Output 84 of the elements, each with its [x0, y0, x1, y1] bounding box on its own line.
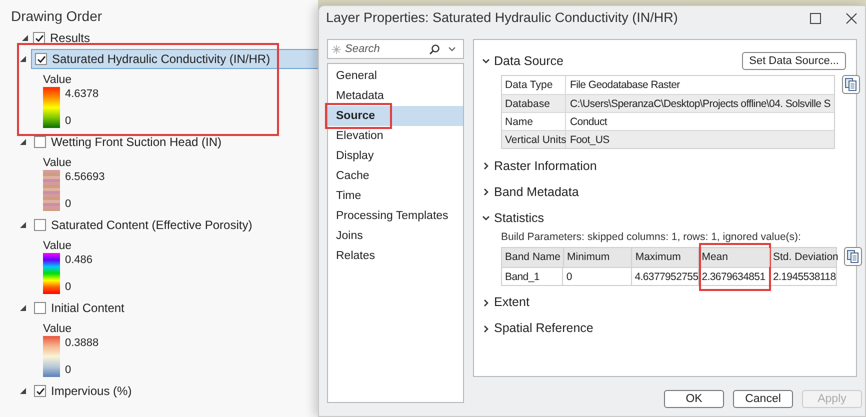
build-parameters-text: Build Parameters: skipped columns: 1, rows: 1, ignored value(s): [501, 230, 802, 245]
legend-max-label: 6.56693 [65, 171, 105, 184]
chevron-right-icon[interactable] [482, 298, 490, 307]
table-cell: 2.1945538118 [768, 268, 836, 285]
page-list-item[interactable]: Processing Templates [328, 206, 463, 226]
copy-icon [845, 78, 858, 91]
property-value: Foot_US [569, 133, 610, 148]
chevron-down-icon[interactable] [482, 57, 490, 65]
legend-heading: Value [43, 322, 72, 335]
legend-min-label: 0 [65, 364, 72, 377]
chevron-right-icon[interactable] [482, 188, 490, 196]
legend-max-label: 0.486 [65, 254, 93, 267]
layer-label: Wetting Front Suction Head (IN) [51, 134, 222, 151]
page-list-item[interactable]: Metadata [328, 86, 463, 106]
table-cell: 2.3679634851 [698, 268, 769, 285]
section-heading[interactable]: Data Source [494, 52, 738, 70]
legend-min-label: 0 [65, 115, 72, 128]
maximize-icon[interactable] [810, 13, 821, 24]
page-list-item[interactable]: General [328, 66, 463, 86]
section-heading[interactable]: Band Metadata [494, 182, 848, 202]
collapse-triangle-icon[interactable] [20, 139, 26, 145]
collapse-triangle-icon[interactable] [20, 388, 26, 394]
window-title: Layer Properties: Saturated Hydraulic Conductivity (IN/HR) [326, 9, 679, 28]
section-heading[interactable]: Statistics [494, 208, 848, 228]
property-name: Vertical Units [502, 131, 566, 148]
close-icon[interactable] [846, 13, 857, 24]
collapse-triangle-icon[interactable] [20, 222, 26, 228]
dropdown-caret-icon[interactable] [448, 45, 456, 53]
search-field[interactable]: Search [327, 39, 464, 59]
chevron-right-icon[interactable] [482, 162, 490, 170]
property-value: File Geodatabase Raster [569, 78, 681, 93]
page-list-item[interactable]: Joins [328, 226, 463, 246]
property-value: C:\Users\SperanzaC\Desktop\Projects offline\04. Solsville S [569, 97, 832, 112]
section-heading[interactable]: Spatial Reference [494, 319, 848, 338]
checkbox[interactable] [33, 32, 45, 44]
checkbox[interactable] [34, 136, 46, 148]
layer-label: Impervious (%) [51, 383, 132, 400]
legend-min-label: 0 [65, 198, 72, 211]
checkbox[interactable] [34, 219, 46, 231]
dialog-button[interactable]: Cancel [733, 390, 793, 408]
layer-row[interactable]: Saturated Content (Effective Porosity) [31, 215, 252, 235]
group-label[interactable]: Results [50, 29, 90, 47]
legend-heading: Value [43, 156, 72, 169]
section-heading[interactable]: Raster Information [494, 156, 848, 176]
checkbox[interactable] [35, 53, 47, 65]
legend-max-label: 4.6378 [65, 88, 99, 101]
search-icon[interactable] [429, 44, 440, 54]
page-list-item[interactable]: Source [328, 106, 463, 126]
chevron-right-icon[interactable] [482, 324, 490, 333]
chevron-down-icon[interactable] [482, 214, 490, 222]
checkbox[interactable] [34, 302, 46, 314]
legend-heading: Value [43, 239, 72, 252]
collapse-triangle-icon[interactable] [20, 305, 26, 311]
column-header: Band Name [504, 250, 562, 265]
dialog-button[interactable]: OK [664, 390, 724, 408]
collapse-triangle-icon[interactable] [20, 56, 26, 62]
copy-icon [847, 250, 859, 263]
copy-button[interactable] [844, 246, 862, 266]
page-list-item[interactable]: Display [328, 146, 463, 166]
page-list-item[interactable]: Time [328, 186, 463, 206]
table-cell: 0 [562, 268, 631, 285]
legend-max-label: 0.3888 [65, 337, 99, 350]
layer-row[interactable]: Impervious (%) [31, 381, 132, 401]
page-list-item[interactable]: Relates [328, 246, 463, 266]
layer-label: Saturated Hydraulic Conductivity (IN/HR) [52, 51, 270, 68]
legend-min-label: 0 [65, 281, 72, 294]
collapse-triangle-icon[interactable] [22, 35, 28, 41]
page-list-item[interactable]: Cache [328, 166, 463, 186]
layer-label: Initial Content [51, 300, 124, 317]
layer-row[interactable]: Wetting Front Suction Head (IN) [31, 132, 222, 152]
checkbox[interactable] [34, 385, 46, 397]
sparkle-icon [332, 44, 341, 54]
search-input[interactable]: Search [345, 40, 425, 58]
panel-title: Drawing Order [11, 7, 102, 26]
layer-label: Saturated Content (Effective Porosity) [51, 217, 252, 234]
legend-heading: Value [43, 73, 72, 86]
copy-button[interactable] [842, 75, 860, 94]
property-value: Conduct [569, 115, 608, 130]
section-heading[interactable]: Extent [494, 293, 848, 312]
page-list-item[interactable]: Elevation [328, 126, 463, 146]
table-cell: 4.6377952755 [630, 268, 698, 285]
set-data-source-button[interactable]: Set Data Source... [742, 52, 846, 70]
layer-row[interactable]: Initial Content [31, 298, 124, 318]
table-cell-text: Band_1 [504, 270, 540, 285]
